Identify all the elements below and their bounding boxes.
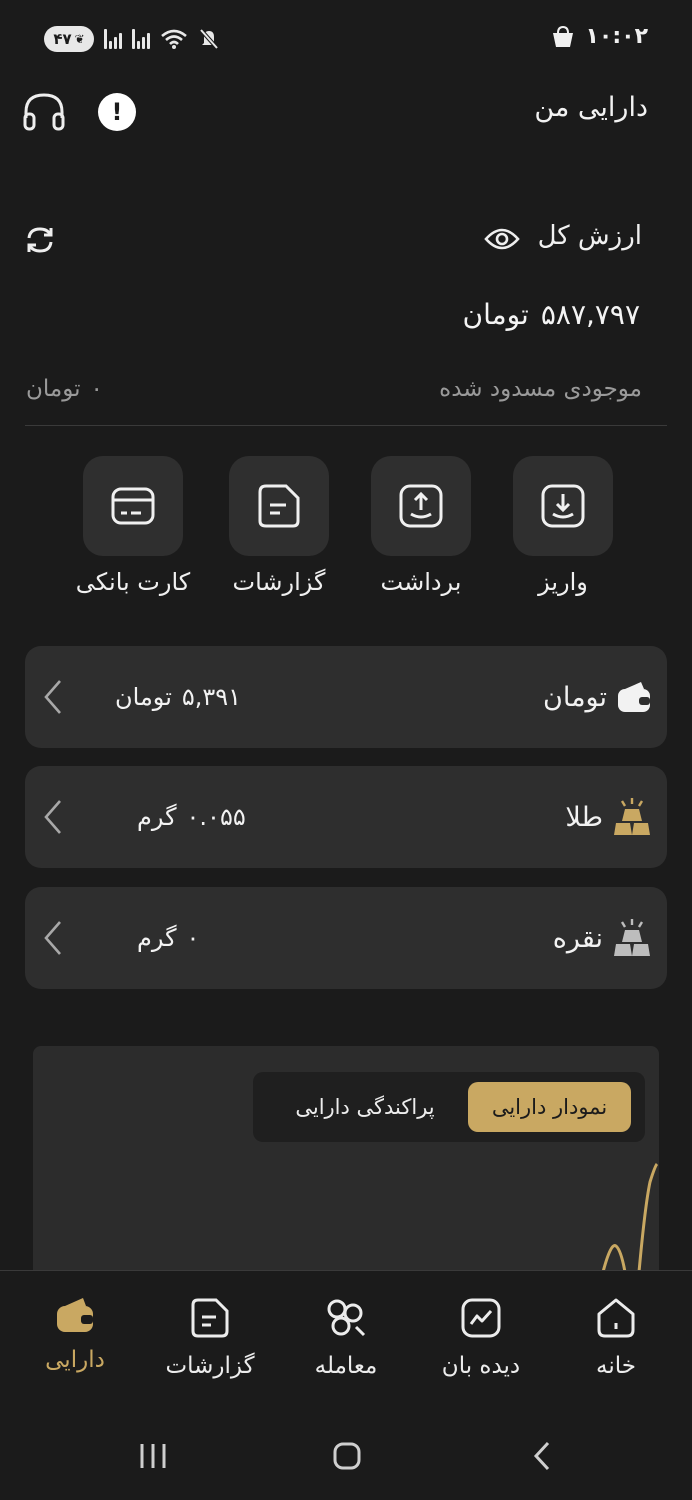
- asset-amount: ۰.۰۵۵: [186, 803, 246, 831]
- divider: [25, 425, 667, 426]
- deposit-button[interactable]: واریز: [498, 456, 628, 596]
- chart-tab-switcher: پراکندگی دارایی نمودار دارایی: [253, 1072, 645, 1142]
- chevron-left-icon: [44, 800, 61, 834]
- deposit-label: واریز: [538, 568, 588, 596]
- eye-icon[interactable]: [484, 224, 520, 254]
- silver-bars-icon: [614, 919, 650, 956]
- asset-row-silver[interactable]: نقره ۰ گرم: [25, 887, 667, 989]
- signal-icon: [132, 29, 150, 49]
- blocked-amount: ۰: [90, 376, 103, 402]
- alert-icon[interactable]: !: [98, 93, 136, 131]
- nav-trade-label: معامله: [314, 1353, 378, 1379]
- nav-reports-label: گزارشات: [165, 1353, 255, 1379]
- bank-card-button[interactable]: کارت بانکی: [68, 456, 198, 596]
- headset-icon[interactable]: [22, 92, 66, 132]
- asset-row-gold[interactable]: طلا ۰.۰۵۵ گرم: [25, 766, 667, 868]
- nav-home-label: خانه: [596, 1353, 636, 1379]
- mute-icon: [199, 28, 219, 50]
- recent-apps-button[interactable]: [138, 1441, 168, 1471]
- asset-row-toman[interactable]: تومان ۵,۳۹۱ تومان: [25, 646, 667, 748]
- blocked-balance-label: موجودی مسدود شده: [439, 376, 642, 402]
- tab-asset-chart[interactable]: نمودار دارایی: [468, 1082, 631, 1132]
- total-amount: ۵۸۷,۷۹۷: [540, 298, 640, 331]
- signal-icon: [104, 29, 122, 49]
- chevron-left-icon: [44, 921, 61, 955]
- asset-name: طلا: [565, 801, 603, 833]
- battery-level: ۴۷: [53, 30, 72, 48]
- shopping-bag-icon: [553, 25, 574, 47]
- clock: ۱۰:۰۲: [585, 24, 648, 49]
- total-value: ۵۸۷,۷۹۷ تومان: [463, 298, 641, 331]
- report-icon: [258, 484, 300, 528]
- home-button[interactable]: [332, 1441, 362, 1471]
- home-icon: [597, 1298, 635, 1338]
- asset-name: تومان: [543, 681, 607, 713]
- asset-unit: گرم: [137, 803, 177, 831]
- wallet-icon: [57, 1298, 93, 1332]
- asset-name: نقره: [552, 922, 603, 954]
- nav-trade[interactable]: معامله: [291, 1297, 401, 1379]
- asset-amount: ۰: [186, 924, 200, 952]
- battery-indicator: ۴۷ ❦: [44, 26, 94, 52]
- bank-card-icon: [111, 487, 155, 525]
- withdraw-label: برداشت: [380, 568, 462, 596]
- asset-chart-panel: پراکندگی دارایی نمودار دارایی: [33, 1046, 659, 1306]
- report-icon: [191, 1298, 229, 1338]
- tab-asset-distribution[interactable]: پراکندگی دارایی: [275, 1082, 455, 1132]
- wallet-icon: [618, 682, 650, 712]
- blocked-balance-value: ۰ تومان: [26, 376, 103, 402]
- wifi-icon: [161, 29, 187, 49]
- nav-home[interactable]: خانه: [561, 1297, 671, 1379]
- chevron-left-icon: [44, 680, 61, 714]
- total-unit: تومان: [462, 298, 529, 331]
- total-value-label: ارزش کل: [537, 221, 642, 251]
- trade-icon: [327, 1299, 366, 1337]
- withdraw-icon: [399, 484, 443, 528]
- asset-unit: تومان: [115, 683, 172, 711]
- bank-card-label: کارت بانکی: [75, 568, 191, 596]
- leaf-icon: ❦: [74, 32, 85, 46]
- bottom-navigation: خانه دیده بان معامله گزارشات دارایی: [0, 1270, 692, 1500]
- reports-label: گزارشات: [232, 568, 326, 596]
- back-button[interactable]: [528, 1441, 558, 1471]
- page-title: دارایی من: [534, 92, 648, 123]
- status-bar: ۴۷ ❦ ۱۰:۰۲: [0, 0, 692, 80]
- nav-reports[interactable]: گزارشات: [155, 1297, 265, 1379]
- chart-line: [601, 1162, 659, 1276]
- asset-amount: ۵,۳۹۱: [181, 683, 242, 711]
- asset-unit: گرم: [137, 924, 177, 952]
- gold-bars-icon: [614, 798, 650, 835]
- reports-button[interactable]: گزارشات: [214, 456, 344, 596]
- nav-assets-label: دارایی: [45, 1347, 105, 1373]
- deposit-icon: [541, 484, 585, 528]
- nav-assets[interactable]: دارایی: [20, 1297, 130, 1373]
- watchlist-icon: [461, 1298, 501, 1338]
- withdraw-button[interactable]: برداشت: [356, 456, 486, 596]
- nav-watchlist-label: دیده بان: [441, 1353, 521, 1379]
- nav-watchlist[interactable]: دیده بان: [426, 1297, 536, 1379]
- blocked-unit: تومان: [26, 376, 81, 402]
- refresh-icon[interactable]: [24, 224, 56, 256]
